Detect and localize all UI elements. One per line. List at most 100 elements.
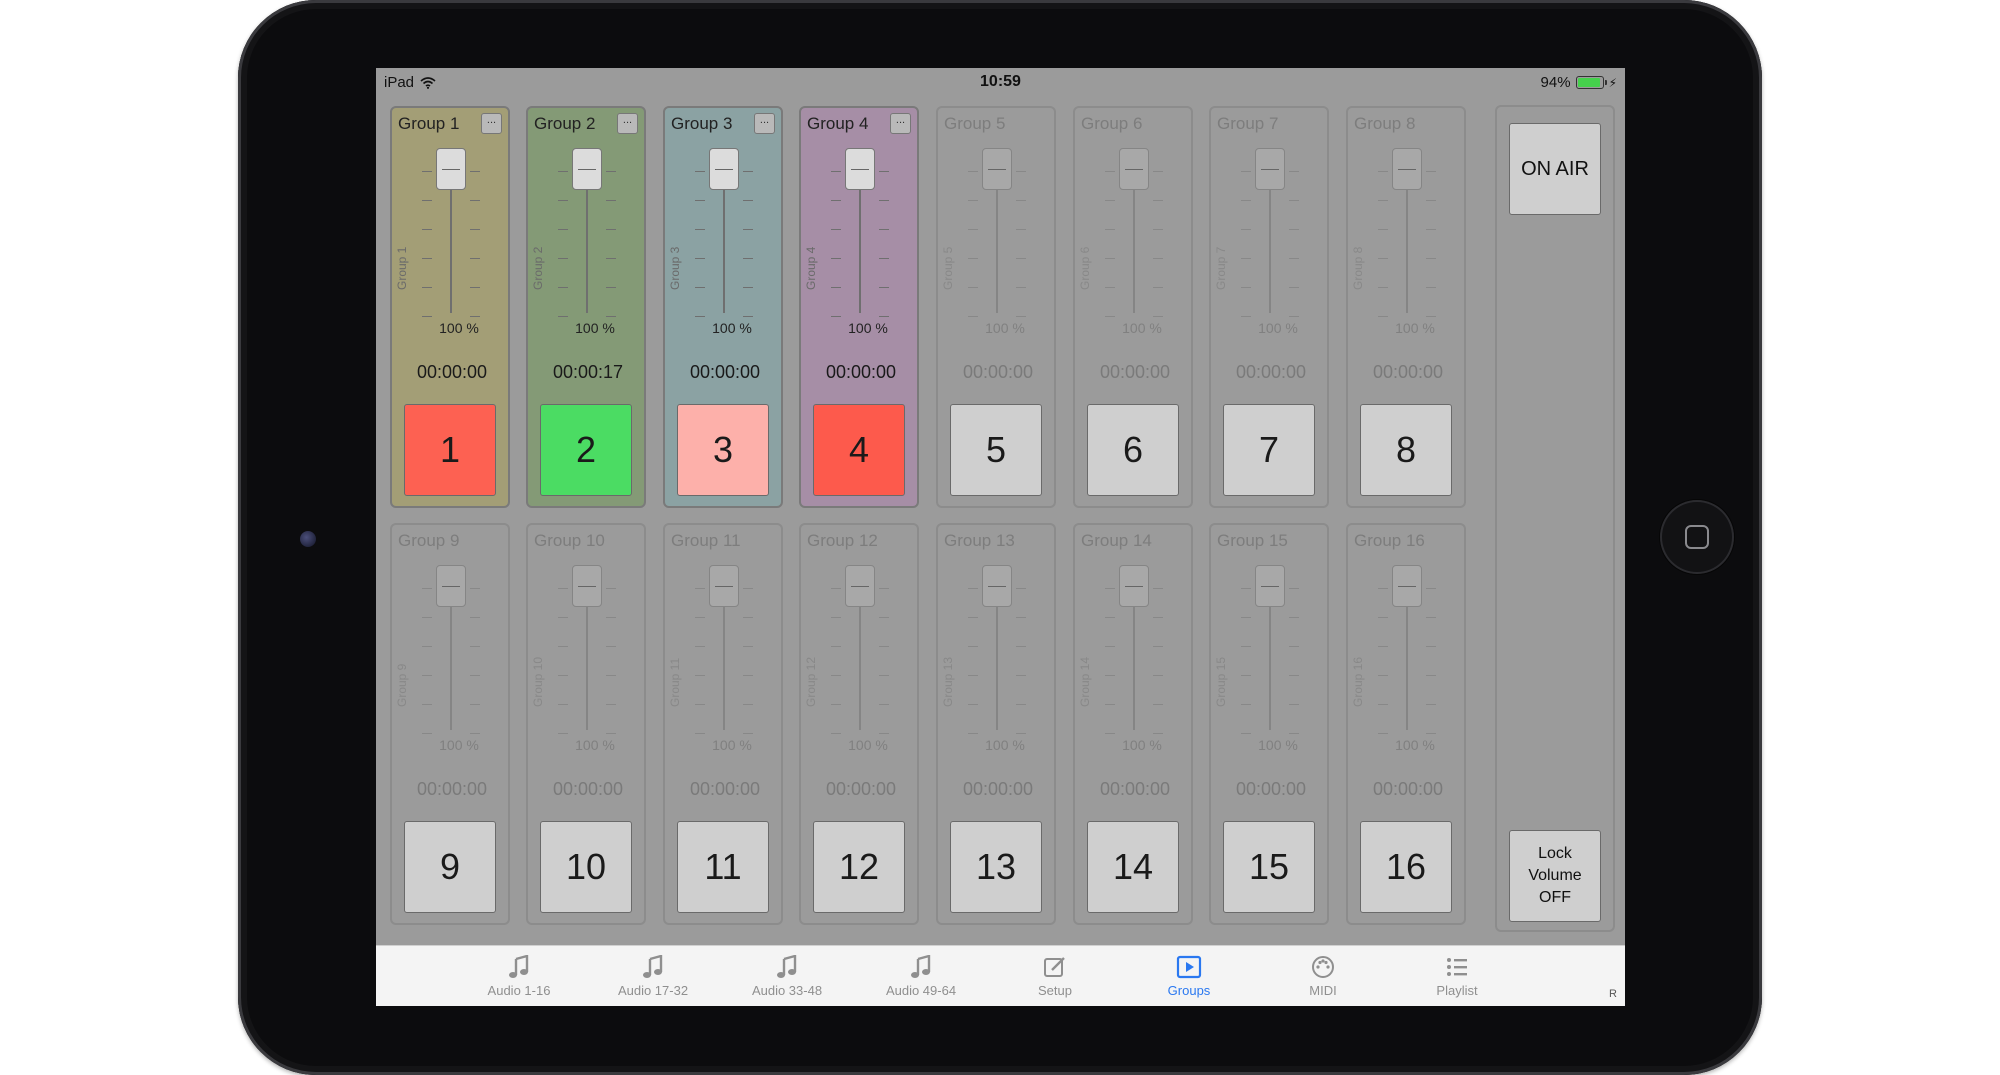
group-play-button-16[interactable]: 16 [1360, 821, 1452, 913]
lock-line: OFF [1539, 889, 1571, 906]
group-side-label: Group 12 [804, 656, 818, 707]
tab-label: Audio 17-32 [617, 983, 689, 998]
group-panel-15: Group 15 Group 15 100 % 00:00:00 15 [1209, 523, 1329, 925]
tab-groups[interactable]: Groups [1134, 952, 1244, 998]
volume-percent: 100 % [712, 737, 752, 753]
volume-fader-knob[interactable] [845, 148, 875, 190]
group-timer: 00:00:00 [1372, 362, 1444, 382]
group-play-button-14[interactable]: 14 [1087, 821, 1179, 913]
tab-setup[interactable]: Setup [1000, 952, 1110, 998]
volume-percent: 100 % [1258, 737, 1298, 753]
group-title: Group 13 [944, 531, 1015, 550]
volume-fader-knob[interactable] [1255, 565, 1285, 607]
group-play-button-7[interactable]: 7 [1223, 404, 1315, 496]
home-button[interactable] [1660, 500, 1734, 574]
app-screen: iPad 10:59 94% ⚡ Group 1 ... Group 1 100… [376, 68, 1625, 1006]
group-play-button-11[interactable]: 11 [677, 821, 769, 913]
group-side-label: Group 1 [395, 246, 409, 290]
group-play-button-10[interactable]: 10 [540, 821, 632, 913]
tab-label: Playlist [1436, 983, 1478, 998]
group-title: Group 16 [1354, 531, 1425, 550]
group-play-button-8[interactable]: 8 [1360, 404, 1452, 496]
group-play-button-1[interactable]: 1 [404, 404, 496, 496]
group-play-button-5[interactable]: 5 [950, 404, 1042, 496]
group-panel-13: Group 13 Group 13 100 % 00:00:00 13 [936, 523, 1056, 925]
group-side-label: Group 5 [941, 246, 955, 290]
tab-audio-33-48[interactable]: Audio 33-48 [732, 952, 842, 998]
group-play-button-2[interactable]: 2 [540, 404, 632, 496]
group-side-label: Group 4 [804, 246, 818, 290]
group-side-label: Group 3 [668, 246, 682, 290]
group-panel-14: Group 14 Group 14 100 % 00:00:00 14 [1073, 523, 1193, 925]
group-play-button-4[interactable]: 4 [813, 404, 905, 496]
tab-audio-17-32[interactable]: Audio 17-32 [598, 952, 708, 998]
group-timer: 00:00:00 [962, 779, 1034, 799]
group-timer: 00:00:00 [1235, 362, 1307, 382]
group-title: Group 8 [1354, 114, 1416, 133]
lock-volume-button[interactable]: Lock Volume OFF [1509, 830, 1601, 922]
group-timer: 00:00:00 [1099, 362, 1171, 382]
tab-audio-1-16[interactable]: Audio 1-16 [464, 952, 574, 998]
volume-fader-knob[interactable] [1119, 565, 1149, 607]
group-title: Group 2 [534, 114, 596, 133]
volume-fader-knob[interactable] [709, 565, 739, 607]
group-side-label: Group 9 [395, 663, 409, 707]
group-panel-5: Group 5 Group 5 100 % 00:00:00 5 [936, 106, 1056, 508]
group-play-button-15[interactable]: 15 [1223, 821, 1315, 913]
tab-playlist[interactable]: Playlist [1402, 952, 1512, 998]
volume-fader-knob[interactable] [436, 148, 466, 190]
volume-fader-knob[interactable] [982, 565, 1012, 607]
volume-fader-knob[interactable] [436, 565, 466, 607]
volume-fader-knob[interactable] [572, 148, 602, 190]
group-timer: 00:00:00 [1099, 779, 1171, 799]
volume-fader-knob[interactable] [1119, 148, 1149, 190]
volume-percent: 100 % [1395, 320, 1435, 336]
volume-fader-knob[interactable] [845, 565, 875, 607]
volume-fader-knob[interactable] [982, 148, 1012, 190]
side-controls: ON AIR Lock Volume OFF [1495, 105, 1615, 932]
group-title: Group 1 [398, 114, 460, 133]
group-panel-11: Group 11 Group 11 100 % 00:00:00 11 [663, 523, 783, 925]
volume-percent: 100 % [1122, 737, 1162, 753]
tab-label: Setup [1038, 983, 1072, 998]
group-panel-8: Group 8 Group 8 100 % 00:00:00 8 [1346, 106, 1466, 508]
group-options-button[interactable]: ... [481, 113, 502, 134]
group-options-button[interactable]: ... [617, 113, 638, 134]
group-options-button[interactable]: ... [754, 113, 775, 134]
music-note-icon [732, 952, 842, 982]
volume-percent: 100 % [1395, 737, 1435, 753]
volume-fader-knob[interactable] [572, 565, 602, 607]
group-title: Group 7 [1217, 114, 1279, 133]
volume-fader-knob[interactable] [1392, 148, 1422, 190]
volume-percent: 100 % [575, 737, 615, 753]
group-title: Group 12 [807, 531, 878, 550]
group-play-button-9[interactable]: 9 [404, 821, 496, 913]
group-title: Group 3 [671, 114, 733, 133]
on-air-button[interactable]: ON AIR [1509, 123, 1601, 215]
tab-audio-49-64[interactable]: Audio 49-64 [866, 952, 976, 998]
lock-line: Volume [1528, 867, 1582, 884]
tab-midi[interactable]: MIDI [1268, 952, 1378, 998]
volume-percent: 100 % [712, 320, 752, 336]
volume-percent: 100 % [848, 737, 888, 753]
volume-fader-knob[interactable] [1392, 565, 1422, 607]
group-options-button[interactable]: ... [890, 113, 911, 134]
group-side-label: Group 16 [1351, 656, 1365, 707]
group-play-button-6[interactable]: 6 [1087, 404, 1179, 496]
group-panel-7: Group 7 Group 7 100 % 00:00:00 7 [1209, 106, 1329, 508]
volume-percent: 100 % [985, 737, 1025, 753]
group-side-label: Group 6 [1078, 246, 1092, 290]
group-play-button-3[interactable]: 3 [677, 404, 769, 496]
battery-icon [1575, 76, 1607, 89]
front-camera [300, 531, 316, 547]
list-icon [1402, 952, 1512, 982]
volume-fader-knob[interactable] [1255, 148, 1285, 190]
group-side-label: Group 2 [531, 246, 545, 290]
group-play-button-13[interactable]: 13 [950, 821, 1042, 913]
group-side-label: Group 11 [668, 657, 682, 707]
group-panel-2: Group 2 ... Group 2 100 % 00:00:17 2 [526, 106, 646, 508]
group-title: Group 14 [1081, 531, 1152, 550]
volume-fader-knob[interactable] [709, 148, 739, 190]
group-play-button-12[interactable]: 12 [813, 821, 905, 913]
group-timer: 00:00:00 [962, 362, 1034, 382]
